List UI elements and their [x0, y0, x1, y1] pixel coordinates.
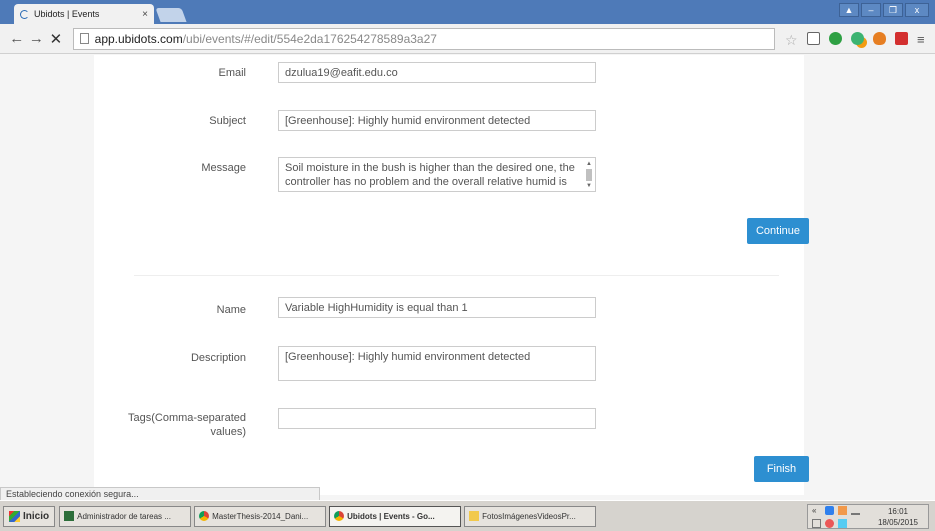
continue-button[interactable]: Continue [747, 218, 809, 244]
message-text: Soil moisture in the bush is higher than… [285, 162, 575, 188]
url-path: /ubi/events/#/edit/554e2da176254278589a3… [182, 31, 437, 46]
orange-extension-icon[interactable] [872, 32, 886, 45]
section-divider [134, 275, 779, 276]
forward-button[interactable]: → [28, 30, 46, 47]
chrome-icon [334, 511, 345, 521]
tab-title: Ubidots | Events [34, 9, 100, 19]
address-bar[interactable]: app.ubidots.com /ubi/events/#/edit/554e2… [72, 27, 775, 50]
taskbar-item-label: FotosImágenesVideosPr... [482, 511, 576, 521]
description-label: Description [190, 352, 246, 364]
name-label: Name [216, 304, 246, 316]
task-manager-icon [64, 511, 75, 521]
drive-icon[interactable] [825, 505, 834, 515]
red-plus-extension-icon[interactable] [894, 32, 908, 45]
cast-icon[interactable] [806, 32, 820, 45]
browser-toolbar: ← → ✕ app.ubidots.com /ubi/events/#/edit… [0, 24, 935, 54]
minimize-button[interactable]: – [861, 3, 881, 17]
description-textarea[interactable]: [Greenhouse]: Highly humid environment d… [278, 346, 596, 381]
name-field[interactable]: Variable HighHumidity is equal than 1 [278, 297, 596, 318]
taskbar-item-label: Ubidots | Events - Go... [347, 511, 435, 521]
window-up-icon[interactable]: ▲ [839, 3, 859, 17]
tab-ubidots-events[interactable]: Ubidots | Events × [14, 4, 154, 24]
taskbar-item-label: MasterThesis-2014_Dani... [212, 511, 309, 521]
back-button[interactable]: ← [8, 30, 26, 47]
bookmark-star-icon[interactable]: ☆ [785, 32, 798, 48]
finish-button[interactable]: Finish [754, 456, 809, 482]
taskbar-item-folder[interactable]: FotosImágenesVideosPr... [464, 505, 597, 527]
close-window-button[interactable]: x [905, 3, 929, 17]
email-field[interactable]: dzulua19@eafit.edu.co [278, 62, 596, 83]
event-edit-card: Email dzulua19@eafit.edu.co Subject [Gre… [94, 55, 809, 495]
tags-label: Tags(Comma-separated values) [128, 412, 246, 438]
folder-icon [469, 511, 480, 521]
taskbar-item-ubidots[interactable]: Ubidots | Events - Go... [329, 505, 462, 527]
os-taskbar: Inicio Administrador de tareas ... Maste… [0, 500, 935, 531]
scroll-thumb[interactable] [586, 169, 592, 181]
stop-button[interactable]: ✕ [47, 30, 65, 48]
chrome-menu-icon[interactable]: ≡ [917, 32, 927, 47]
url-host: app.ubidots.com [94, 31, 183, 46]
clock-time: 16:01 [887, 506, 909, 516]
message-textarea[interactable]: Soil moisture in the bush is higher than… [278, 157, 596, 192]
connection-icon[interactable] [838, 518, 847, 528]
new-tab-button[interactable] [155, 8, 187, 22]
scroll-up-icon[interactable]: ▲ [585, 160, 593, 168]
expand-tray-icon[interactable]: « [812, 506, 821, 515]
taskbar-item-label: Administrador de tareas ... [77, 511, 171, 521]
mute-icon[interactable] [825, 518, 834, 528]
clock-date: 18/05/2015 [877, 517, 919, 527]
subject-field[interactable]: [Greenhouse]: Highly humid environment d… [278, 110, 596, 131]
taskbar-item-task-manager[interactable]: Administrador de tareas ... [59, 505, 192, 527]
taskbar-item-chrome-thesis[interactable]: MasterThesis-2014_Dani... [194, 505, 327, 527]
message-scrollbar[interactable]: ▲ ▼ [585, 160, 593, 191]
start-label: Inicio [23, 510, 50, 522]
signal-icon[interactable] [851, 506, 860, 515]
message-label: Message [201, 162, 246, 174]
window-controls: ▲ – ❐ x [839, 3, 929, 17]
scroll-down-icon[interactable]: ▼ [585, 182, 593, 190]
page-icon [79, 33, 89, 44]
email-label: Email [218, 67, 246, 79]
green-circle-extension-icon[interactable] [828, 32, 842, 45]
tags-field[interactable] [278, 408, 596, 429]
maximize-button[interactable]: ❐ [883, 3, 903, 17]
windows-logo-icon [9, 510, 20, 522]
browser-tab-bar: Ubidots | Events × ▲ – ❐ x [0, 0, 935, 24]
subject-label: Subject [209, 115, 246, 127]
loading-spinner-icon [20, 9, 29, 19]
extension-icons: ☆ ≡ [785, 32, 927, 48]
system-tray: « 16:01 18/05/2015 [807, 504, 929, 529]
connection-status: Estableciendo conexión segura... [0, 487, 320, 501]
start-button[interactable]: Inicio [3, 505, 56, 527]
page-content: Email dzulua19@eafit.edu.co Subject [Gre… [0, 55, 935, 495]
green-orange-extension-icon[interactable] [850, 32, 864, 45]
tab-close-icon[interactable]: × [142, 9, 148, 20]
chrome-icon [199, 511, 210, 521]
tray-icons: « [812, 505, 872, 528]
clock[interactable]: 16:01 18/05/2015 [872, 506, 924, 528]
network-icon[interactable] [838, 505, 847, 515]
clipboard-icon[interactable] [812, 518, 821, 528]
